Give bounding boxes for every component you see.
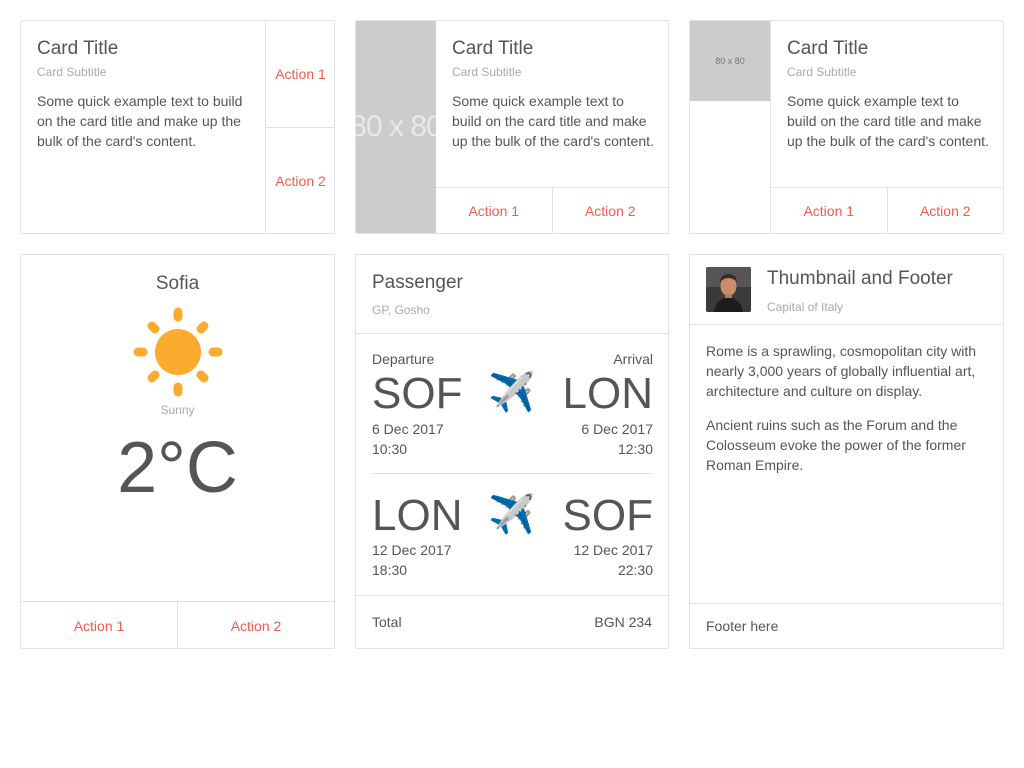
action-2-button[interactable]: Action 2: [266, 127, 334, 233]
card-text: Some quick example text to build on the …: [37, 93, 243, 149]
departure-time: 18:30: [372, 562, 408, 578]
card-text: Some quick example text to build on the …: [787, 93, 989, 149]
total-label: Total: [372, 614, 402, 630]
total-value: BGN 234: [594, 614, 652, 630]
divider: [372, 473, 653, 474]
departure-label: Departure: [372, 351, 435, 367]
arrival-code: SOF: [562, 491, 653, 540]
avatar: [706, 267, 751, 312]
departure-code: LON: [372, 491, 463, 540]
flight-leg-outbound: Departure Arrival SOF ✈️ LON 6 Dec 2017 …: [372, 351, 653, 461]
arrival-date: 12 Dec 2017: [573, 542, 653, 558]
card-title: Passenger: [372, 272, 463, 293]
card-actions: Action 1 Action 2: [771, 187, 1003, 233]
action-1-button[interactable]: Action 1: [436, 188, 552, 233]
departure-code: SOF: [372, 369, 463, 418]
card-actions: Action 1 Action 2: [21, 601, 334, 648]
weather-city: Sofia: [155, 273, 200, 294]
action-2-button[interactable]: Action 2: [551, 188, 669, 233]
action-1-button[interactable]: Action 1: [21, 602, 177, 648]
arrival-time: 12:30: [617, 441, 653, 457]
airplane-icon: ✈️: [488, 372, 536, 414]
flight-header: Passenger GP, Gosho: [356, 255, 668, 334]
card-title: Card Title: [787, 38, 869, 59]
arrival-time: 22:30: [617, 562, 653, 578]
card-content: Rome is a sprawling, cosmopolitan city w…: [706, 341, 987, 489]
card-title: Card Title: [37, 38, 119, 59]
weather-temperature: 2°C: [117, 428, 238, 508]
card-text: Some quick example text to build on the …: [452, 93, 654, 149]
card-media-left-small: 80 x 80 Card Title Card Subtitle Some qu…: [689, 20, 1004, 234]
media-placeholder: 80 x 80: [690, 21, 770, 101]
departure-date: 12 Dec 2017: [372, 542, 452, 558]
card-header: Thumbnail and Footer Capital of Italy: [690, 255, 1003, 325]
card-actions: Action 1 Action 2: [265, 21, 334, 233]
media-placeholder: 80 x 80: [356, 21, 436, 233]
card-body: Card Title Card Subtitle Some quick exam…: [452, 37, 657, 151]
action-1-button[interactable]: Action 1: [266, 21, 334, 127]
arrival-date: 6 Dec 2017: [581, 421, 653, 437]
sun-icon: [133, 307, 223, 397]
card-body: Card Title Card Subtitle Some quick exam…: [787, 37, 992, 151]
media-placeholder-label: 80 x 80: [715, 56, 745, 66]
arrival-code: LON: [562, 369, 653, 418]
action-2-button[interactable]: Action 2: [886, 188, 1004, 233]
card-media-left-full: 80 x 80 Card Title Card Subtitle Some qu…: [355, 20, 669, 234]
departure-date: 6 Dec 2017: [372, 421, 444, 437]
media-placeholder-label: 80 x 80: [356, 110, 436, 143]
action-1-button[interactable]: Action 1: [771, 188, 887, 233]
card-body: Card Title Card Subtitle Some quick exam…: [37, 37, 252, 151]
action-2-button[interactable]: Action 2: [177, 602, 334, 648]
paragraph: Ancient ruins such as the Forum and the …: [706, 417, 966, 473]
card-actions: Action 1 Action 2: [436, 187, 668, 233]
card-subtitle: Capital of Italy: [767, 300, 844, 314]
flight-leg-return: LON ✈️ SOF 12 Dec 2017 12 Dec 2017 18:30…: [372, 491, 653, 581]
card-subtitle: GP, Gosho: [372, 303, 430, 317]
paragraph: Rome is a sprawling, cosmopolitan city w…: [706, 343, 976, 399]
card-title: Card Title: [452, 38, 534, 59]
weather-condition: Sunny: [160, 403, 195, 417]
card-subtitle: Card Subtitle: [787, 65, 857, 79]
card-subtitle: Card Subtitle: [37, 65, 107, 79]
weather-card: Sofia Sunny 2°C Action 1 Action 2: [20, 254, 335, 649]
card-subtitle: Card Subtitle: [452, 65, 522, 79]
card-title-actions-right: Card Title Card Subtitle Some quick exam…: [20, 20, 335, 234]
card-title: Thumbnail and Footer: [767, 268, 953, 289]
flight-footer: Total BGN 234: [356, 595, 668, 648]
arrival-label: Arrival: [613, 351, 653, 367]
card-footer: Footer here: [690, 603, 1003, 648]
person-avatar-icon: [706, 267, 751, 312]
flight-card: Passenger GP, Gosho Departure Arrival SO…: [355, 254, 669, 649]
card-header-text: Thumbnail and Footer Capital of Italy: [767, 267, 953, 314]
thumbnail-footer-card: Thumbnail and Footer Capital of Italy Ro…: [689, 254, 1004, 649]
departure-time: 10:30: [372, 441, 408, 457]
airplane-icon: ✈️: [488, 494, 536, 536]
